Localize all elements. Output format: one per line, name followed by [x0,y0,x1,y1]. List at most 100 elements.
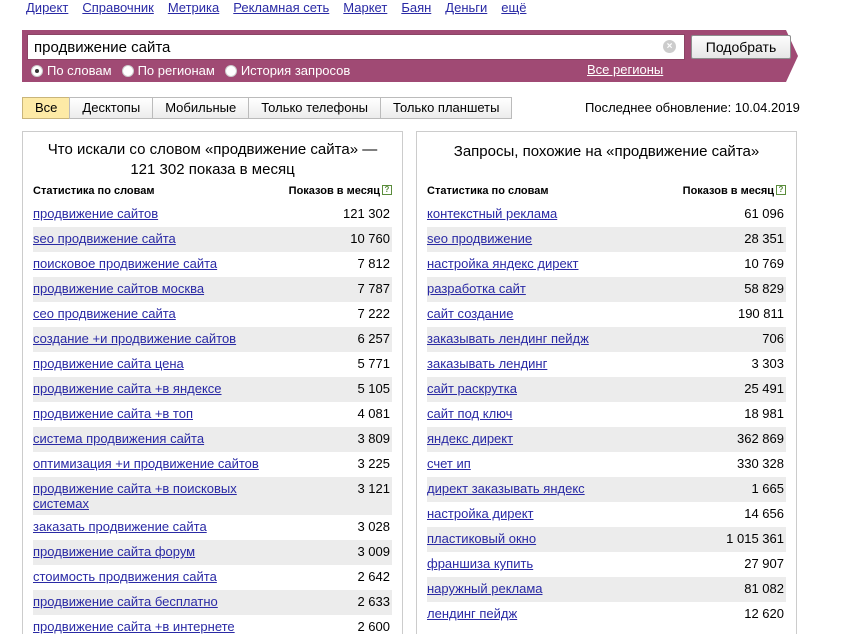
keyword-link[interactable]: продвижение сайтов москва [33,281,204,298]
keyword-link[interactable]: сайт создание [427,306,513,323]
keyword-link[interactable]: создание +и продвижение сайтов [33,331,236,348]
rows-list: продвижение сайтов 121 302 seo продвижение… [33,202,392,634]
nav-link-money[interactable]: Деньги [445,0,487,18]
keyword-link[interactable]: продвижение сайта бесплатно [33,594,218,611]
impressions-count: 5 105 [357,381,390,396]
keyword-link[interactable]: seo продвижение [427,231,532,248]
search-mode-group: По словам По регионам История запросов [31,63,350,78]
impressions-count: 3 009 [357,544,390,559]
impressions-count: 1 015 361 [726,531,784,546]
impressions-count: 61 096 [744,206,784,221]
tab-tablets-only[interactable]: Только планшеты [380,97,513,119]
impressions-count: 5 771 [357,356,390,371]
help-icon[interactable]: ? [382,185,392,195]
keyword-link[interactable]: продвижение сайта цена [33,356,184,373]
tab-mobile[interactable]: Мобильные [152,97,250,119]
keyword-link[interactable]: стоимость продвижения сайта [33,569,217,586]
nav-link-metrika[interactable]: Метрика [168,0,219,18]
table-row: разработка сайт 58 829 [427,277,786,302]
keyword-link[interactable]: яндекс директ [427,431,513,448]
radio-icon[interactable] [224,64,237,77]
table-row: продвижение сайта +в топ 4 081 [33,402,392,427]
keyword-link[interactable]: контекстный реклама [427,206,557,223]
keyword-link[interactable]: продвижение сайта +в топ [33,406,193,423]
search-input[interactable]: продвижение сайта [27,34,685,60]
mode-by-words[interactable]: По словам [31,63,112,78]
table-row: поисковое продвижение сайта 7 812 [33,252,392,277]
col-count-header: Показов в месяц? [683,185,786,197]
impressions-count: 3 809 [357,431,390,446]
keyword-link[interactable]: лендинг пейдж [427,606,517,623]
keyword-link[interactable]: продвижение сайта +в яндексе [33,381,222,398]
nav-link-reference[interactable]: Справочник [82,0,154,18]
impressions-count: 7 812 [357,256,390,271]
impressions-count: 1 665 [751,481,784,496]
keyword-link[interactable]: настройка яндекс директ [427,256,578,273]
keyword-link[interactable]: заказать продвижение сайта [33,519,207,536]
table-row: заказывать лендинг 3 303 [427,352,786,377]
impressions-count: 27 907 [744,556,784,571]
table-row: сайт раскрутка 25 491 [427,377,786,402]
device-tabs: Все Десктопы Мобильные Только телефоны Т… [22,97,513,119]
keyword-link[interactable]: продвижение сайта +в интернете [33,619,235,634]
table-row: директ заказывать яндекс 1 665 [427,477,786,502]
keyword-link[interactable]: пластиковый окно [427,531,536,548]
keyword-link[interactable]: наружный реклама [427,581,543,598]
impressions-count: 18 981 [744,406,784,421]
impressions-count: 7 222 [357,306,390,321]
impressions-count: 4 081 [357,406,390,421]
col-phrase-header: Статистика по словам [427,185,549,197]
radio-icon[interactable] [31,64,43,77]
keyword-link[interactable]: seo продвижение сайта [33,231,176,248]
keyword-link[interactable]: система продвижения сайта [33,431,204,448]
mode-history-label: История запросов [240,63,351,78]
keyword-link[interactable]: оптимизация +и продвижение сайтов [33,456,259,473]
keyword-link[interactable]: сео продвижение сайта [33,306,176,323]
nav-link-bayan[interactable]: Баян [401,0,431,18]
keyword-link[interactable]: настройка директ [427,506,534,523]
table-row: seo продвижение сайта 10 760 [33,227,392,252]
top-navigation: Директ Справочник Метрика Рекламная сеть… [26,0,526,18]
impressions-count: 362 869 [737,431,784,446]
clear-icon[interactable]: × [663,40,676,53]
table-row: настройка яндекс директ 10 769 [427,252,786,277]
keyword-link[interactable]: сайт под ключ [427,406,512,423]
radio-icon[interactable] [121,64,134,77]
submit-button[interactable]: Подобрать [691,35,791,59]
panel-title: Запросы, похожие на «продвижение сайта» [453,143,760,160]
keyword-link[interactable]: директ заказывать яндекс [427,481,585,498]
col-count-label: Показов в месяц [288,185,380,197]
impressions-count: 81 082 [744,581,784,596]
nav-link-ad-network[interactable]: Рекламная сеть [233,0,329,18]
tab-desktops[interactable]: Десктопы [69,97,154,119]
help-icon[interactable]: ? [776,185,786,195]
keyword-link[interactable]: разработка сайт [427,281,526,298]
all-regions-link[interactable]: Все регионы [587,62,663,77]
table-row: наружный реклама 81 082 [427,577,786,602]
tab-phones-only[interactable]: Только телефоны [248,97,382,119]
col-phrase-header: Статистика по словам [33,185,155,197]
table-row: продвижение сайта бесплатно 2 633 [33,590,392,615]
keyword-link[interactable]: заказывать лендинг пейдж [427,331,589,348]
keyword-link[interactable]: франшиза купить [427,556,533,573]
col-count-label: Показов в месяц [682,185,774,197]
keyword-link[interactable]: продвижение сайтов [33,206,158,223]
keyword-link[interactable]: поисковое продвижение сайта [33,256,217,273]
nav-link-direct[interactable]: Директ [26,0,68,18]
table-row: стоимость продвижения сайта 2 642 [33,565,392,590]
nav-link-market[interactable]: Маркет [343,0,387,18]
mode-history[interactable]: История запросов [224,63,351,78]
table-row: продвижение сайта +в интернете 2 600 [33,615,392,634]
table-row: настройка директ 14 656 [427,502,786,527]
keyword-link[interactable]: продвижение сайта форум [33,544,195,561]
mode-by-words-label: По словам [47,63,112,78]
impressions-count: 330 328 [737,456,784,471]
column-header: Статистика по словам Показов в месяц? [33,185,392,197]
keyword-link[interactable]: счет ип [427,456,471,473]
nav-link-more[interactable]: ещё [501,0,526,18]
mode-by-regions[interactable]: По регионам [121,63,215,78]
keyword-link[interactable]: сайт раскрутка [427,381,517,398]
keyword-link[interactable]: продвижение сайта +в поисковых системах [33,481,273,511]
keyword-link[interactable]: заказывать лендинг [427,356,547,373]
tab-all[interactable]: Все [22,97,71,119]
